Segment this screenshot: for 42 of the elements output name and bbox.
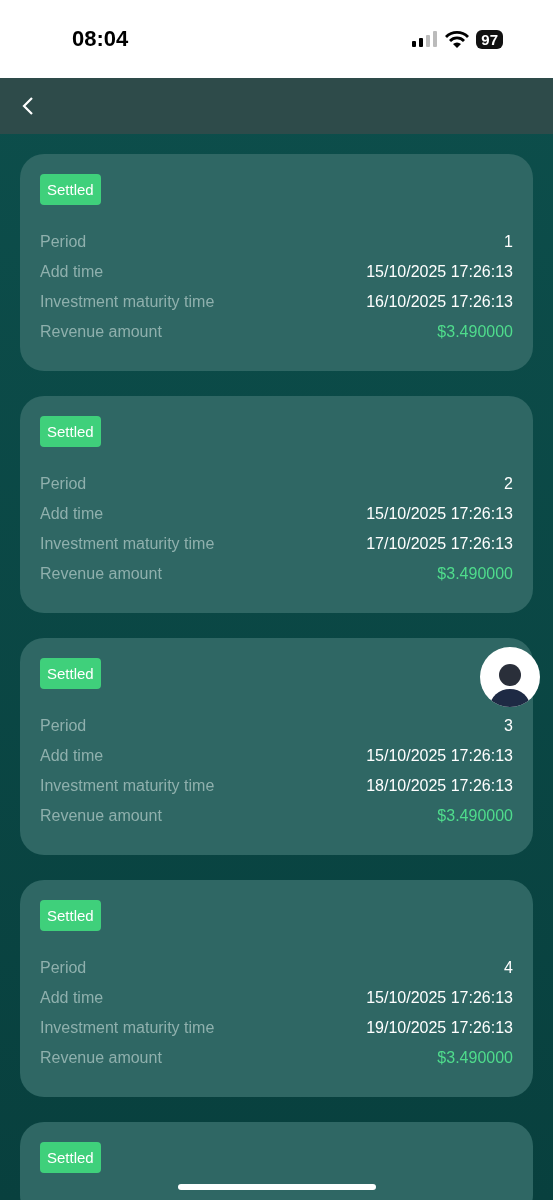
field-value: 17/10/2025 17:26:13 [366,535,513,553]
field-label: Revenue amount [40,323,162,341]
status-badge: Settled [40,1142,101,1173]
field-label: Period [40,475,87,493]
field-label: Investment maturity time [40,1019,215,1037]
field-label: Add time [40,263,104,281]
field-value: $3.490000 [437,1049,513,1067]
status-time: 08:04 [72,26,129,52]
field-label: Period [40,959,87,977]
field-value: $3.490000 [437,323,513,341]
field-label: Add time [40,989,104,1007]
field-value: 15/10/2025 17:26:13 [366,989,513,1007]
field-label: Revenue amount [40,1049,162,1067]
field-label: Revenue amount [40,807,162,825]
field-value: 3 [504,717,513,735]
field-value: 2 [504,475,513,493]
status-badge: Settled [40,900,101,931]
field-label: Investment maturity time [40,535,215,553]
status-badge: Settled [40,416,101,447]
field-value: $3.490000 [437,807,513,825]
back-button[interactable] [22,96,34,116]
status-badge: Settled [40,658,101,689]
field-value: 15/10/2025 17:26:13 [366,505,513,523]
field-label: Investment maturity time [40,293,215,311]
field-value: 15/10/2025 17:26:13 [366,263,513,281]
field-label: Add time [40,747,104,765]
field-label: Period [40,717,87,735]
field-value: 19/10/2025 17:26:13 [366,1019,513,1037]
field-value: 15/10/2025 17:26:13 [366,747,513,765]
field-value: 4 [504,959,513,977]
field-value: 18/10/2025 17:26:13 [366,777,513,795]
status-badge: Settled [40,174,101,205]
field-value: $3.490000 [437,565,513,583]
wifi-icon [445,30,470,48]
field-label: Revenue amount [40,565,162,583]
field-label: Add time [40,505,104,523]
field-label: Period [40,233,87,251]
field-label: Investment maturity time [40,777,215,795]
battery-level: 97 [476,29,503,49]
field-value: 16/10/2025 17:26:13 [366,293,513,311]
signal-icon [412,31,439,47]
field-value: 1 [504,233,513,251]
